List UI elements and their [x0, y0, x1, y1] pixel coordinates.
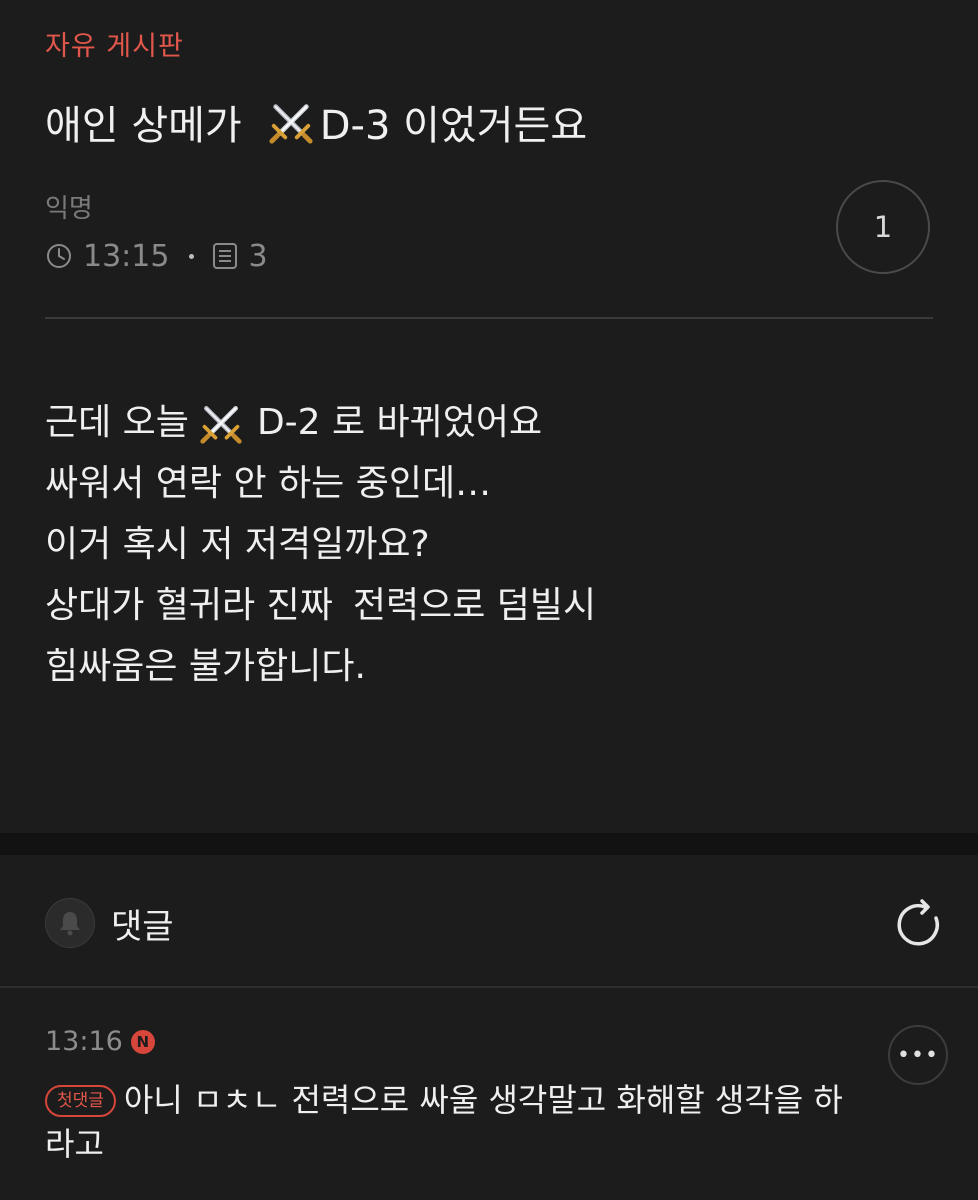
post-time: 13:15: [83, 238, 170, 274]
like-count-button[interactable]: 1: [836, 180, 930, 274]
post-title-before: 애인 상메가: [45, 103, 242, 149]
comment-time: 13:16: [45, 1026, 123, 1057]
post-body: 근데 오늘 D-2 로 바뀌었어요 싸워서 연락 안 하는 중인데… 이거 혹시…: [45, 392, 596, 697]
clock-icon: [47, 244, 71, 268]
body-line: 힘싸움은 불가합니다.: [45, 646, 366, 687]
comment-divider: [0, 986, 978, 988]
post-title-after: D-3 이었거든요: [319, 103, 588, 149]
section-separator: [0, 833, 978, 855]
body-line: 싸워서 연락 안 하는 중인데…: [45, 463, 492, 504]
body-line: 근데 오늘 D-2 로 바뀌었어요: [45, 392, 596, 453]
comment-section-title: 댓글: [111, 906, 174, 947]
body-line1-before: 근데 오늘: [45, 402, 189, 443]
refresh-icon[interactable]: [892, 898, 946, 952]
comment-text: 아니 ㅁㅊㄴ 전력으로 싸울 생각말고 화해할 생각을 하라고: [45, 1081, 843, 1163]
body-line1-after: D-2 로 바뀌었어요: [256, 402, 543, 443]
post-screen: 자유 게시판 애인 상메가 D-3 이었거든요 익명 13:15 3 1 근데 …: [0, 0, 978, 1200]
crossed-swords-icon: [200, 405, 242, 444]
comment-more-button[interactable]: •••: [888, 1025, 948, 1085]
meta-separator: [189, 253, 195, 259]
comment-section-header: 댓글: [45, 898, 174, 948]
comment-list-icon: [213, 243, 238, 269]
body-line4-before: 상대가 혈귀라 진짜: [45, 585, 333, 626]
body-line4-after: 전력으로 덤빌시: [352, 585, 597, 626]
first-comment-badge: 첫댓글: [45, 1085, 116, 1117]
bell-icon: [60, 912, 80, 936]
comment-item: 첫댓글 아니 ㅁㅊㄴ 전력으로 싸울 생각말고 화해할 생각을 하라고: [45, 1078, 845, 1166]
notification-toggle[interactable]: [45, 898, 95, 948]
post-meta: 13:15 3: [45, 236, 268, 276]
new-badge: N: [130, 1029, 155, 1054]
author-name: 익명: [45, 194, 93, 224]
title-divider: [45, 317, 933, 319]
board-name-link[interactable]: 자유 게시판: [45, 24, 184, 63]
crossed-swords-icon: [269, 104, 313, 144]
post-title: 애인 상메가 D-3 이었거든요: [45, 93, 587, 151]
comment-meta: 13:16 N: [45, 1026, 155, 1057]
post-comment-count: 3: [248, 238, 268, 274]
body-line: 상대가 혈귀라 진짜 전력으로 덤빌시: [45, 575, 596, 636]
body-line: 이거 혹시 저 저격일까요?: [45, 524, 430, 565]
